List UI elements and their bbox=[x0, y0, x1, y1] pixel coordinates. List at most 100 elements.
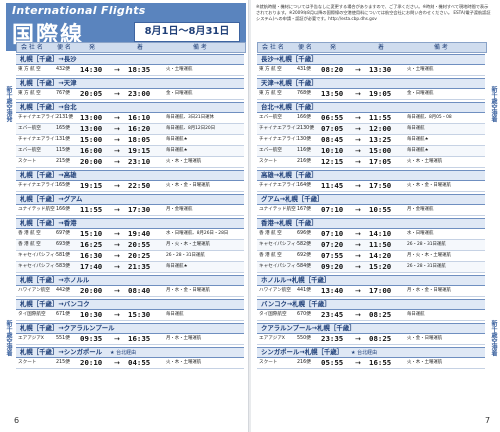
arrival-time: 17:30 bbox=[128, 205, 151, 214]
operation-remarks: 毎日運航★ bbox=[407, 137, 429, 142]
airline-name: 香 港 航 空 bbox=[259, 253, 282, 258]
flight-row: エバー航空 165便 13:00 → 16:20 毎日運航、8月12日20日 bbox=[16, 124, 244, 135]
flight-row: キャセイパシフィック航空584便 09:20 → 15:20 26・28・31日運航 bbox=[257, 262, 485, 273]
departure-time: 13:00 bbox=[80, 113, 103, 122]
route-header: ホノルル→札幌［千歳］ bbox=[257, 275, 485, 286]
arrow-icon: → bbox=[114, 230, 120, 238]
departure-time: 13:00 bbox=[80, 124, 103, 133]
flight-number: 767便 bbox=[56, 91, 70, 96]
airline-name: キャセイパシフィック航空 bbox=[259, 264, 297, 269]
flight-row: 香 港 航 空 693便 16:25 → 20:55 月・火・木・土曜運航 bbox=[16, 240, 244, 251]
flight-number: 432便 bbox=[56, 67, 70, 72]
operation-remarks: 毎日運航★ bbox=[166, 148, 188, 153]
operation-remarks: 月・水・土曜運航 bbox=[166, 336, 202, 341]
airline-name: エアアジアX bbox=[18, 336, 44, 341]
operation-remarks: 毎日運航 bbox=[407, 312, 425, 317]
arrow-icon: → bbox=[355, 311, 361, 319]
flight-number: 115便 bbox=[56, 148, 70, 153]
route-header: 札幌［千歳］→長沙 bbox=[16, 54, 244, 65]
airline-name: ハワイアン航空 bbox=[259, 288, 291, 293]
arrival-time: 16:35 bbox=[128, 334, 151, 343]
flight-row: ユナイテッド航空 166便 11:55 → 17:30 月・金曜運航 bbox=[16, 205, 244, 216]
departure-time: 20:00 bbox=[80, 286, 103, 295]
route-header: 香港→札幌［千歳］ bbox=[257, 218, 485, 229]
operation-remarks: 水・日曜運航 bbox=[407, 231, 434, 236]
col-dep-label: 発 bbox=[330, 44, 337, 51]
flight-number: 216便 bbox=[297, 360, 311, 365]
route-title: 天津→札幌［千歳］ bbox=[261, 79, 318, 87]
flight-number: 693便 bbox=[56, 242, 70, 247]
arrival-time: 19:05 bbox=[369, 89, 392, 98]
arrival-time: 11:50 bbox=[369, 240, 392, 249]
flight-number: 131便 bbox=[56, 137, 70, 142]
flight-number: 130便 bbox=[297, 137, 311, 142]
flight-number: 167便 bbox=[297, 207, 311, 212]
arrival-time: 11:55 bbox=[369, 113, 392, 122]
flight-number: 581便 bbox=[56, 253, 70, 258]
flight-row: エアアジアX 550便 23:35 → 08:25 火・金・日曜運航 bbox=[257, 334, 485, 345]
flight-number: 216便 bbox=[297, 159, 311, 164]
left-page: International Flights 国際線 8月1日～8月31日 会 社… bbox=[0, 0, 249, 432]
arrival-time: 13:30 bbox=[369, 65, 392, 74]
operation-remarks: 毎日運航 bbox=[166, 312, 184, 317]
route-section: シンガポール→札幌［千歳］ ★ 台北経由 スクート 216便 05:55 → 16:55 火・… bbox=[257, 347, 485, 369]
departure-time: 14:30 bbox=[80, 65, 103, 74]
flight-row: 香 港 航 空 697便 15:10 → 19:40 水・日曜運航、8月26日・28日 bbox=[16, 229, 244, 240]
operation-remarks: 毎日運航 bbox=[407, 126, 425, 131]
right-column-header: 会 社 名 便 名 発 着 備 考 bbox=[257, 42, 487, 53]
departure-time: 20:05 bbox=[80, 89, 103, 98]
operation-remarks: 金・日曜運航 bbox=[166, 91, 193, 96]
arrival-time: 08:25 bbox=[369, 310, 392, 319]
departure-time: 23:35 bbox=[321, 334, 344, 343]
flight-number: 166便 bbox=[297, 115, 311, 120]
airline-name: スクート bbox=[18, 159, 37, 164]
route-header: 札幌［千歳］→高雄 bbox=[16, 170, 244, 181]
airline-name: 香 港 航 空 bbox=[18, 242, 41, 247]
route-title: 長沙→札幌［千歳］ bbox=[261, 55, 318, 63]
route-section: 台北→札幌［千歳］ エバー航空 166便 06:55 → 11:55 毎日運航、8月05・0… bbox=[257, 102, 485, 168]
route-header: 天津→札幌［千歳］ bbox=[257, 78, 485, 89]
flight-row: エバー航空 115便 16:00 → 19:15 毎日運航★ bbox=[16, 146, 244, 157]
flight-row: スクート 215便 20:00 → 23:10 火・木・土曜運航 bbox=[16, 157, 244, 168]
route-section: 札幌［千歳］→バンコク タイ国際航空 671便 10:30 → 15:30 毎日運航 bbox=[16, 299, 244, 321]
arrival-time: 22:50 bbox=[128, 181, 151, 190]
flight-number: 671便 bbox=[56, 312, 70, 317]
right-side-labels: 新千歳空港着 新千歳空港着 bbox=[489, 80, 497, 400]
route-title: グアム→札幌［千歳］ bbox=[261, 195, 324, 203]
flight-row: チャイナエアライン 165便 19:15 → 22:50 火・木・金・日曜運航 bbox=[16, 181, 244, 192]
airline-name: ユナイテッド航空 bbox=[259, 207, 296, 212]
arrow-icon: → bbox=[355, 158, 361, 166]
flight-row: スクート 216便 12:15 → 17:05 火・木・土曜運航 bbox=[257, 157, 485, 168]
route-header: 台北→札幌［千歳］ bbox=[257, 102, 485, 113]
airline-name: エバー航空 bbox=[18, 126, 41, 131]
airline-name: 東 方 航 空 bbox=[259, 67, 282, 72]
departure-time: 20:10 bbox=[80, 358, 103, 367]
flight-row: 東 方 航 空 768便 13:50 → 19:05 金・日曜運航 bbox=[257, 89, 485, 100]
arrow-icon: → bbox=[114, 125, 120, 133]
flight-number: 165便 bbox=[56, 183, 70, 188]
operation-remarks: 火・木・土曜運航 bbox=[166, 159, 202, 164]
route-section: 札幌［千歳］→長沙東 方 航 空 432便 14:30 → 18:35 火・土曜運航 bbox=[16, 54, 244, 76]
route-title: 札幌［千歳］→天津 bbox=[20, 79, 77, 87]
operation-remarks: 26・28・31日運航 bbox=[407, 264, 446, 269]
flight-row: キャセイパシフィック航空581便 16:30 → 20:25 26・28・31日運航 bbox=[16, 251, 244, 262]
operation-remarks: 月・火・木・土曜運航 bbox=[166, 242, 210, 247]
airline-name: スクート bbox=[259, 360, 278, 365]
flight-number: 670便 bbox=[297, 312, 311, 317]
arrival-time: 15:20 bbox=[369, 262, 392, 271]
arrow-icon: → bbox=[114, 252, 120, 260]
departure-time: 10:10 bbox=[321, 146, 344, 155]
flight-row: タイ国際航空 670便 23:45 → 08:25 毎日運航 bbox=[257, 310, 485, 321]
arrival-time: 17:50 bbox=[369, 181, 392, 190]
airline-name: ハワイアン航空 bbox=[18, 288, 50, 293]
right-page: ※就航時間・機材については予告なしに変更する場合がありますので、ご了承ください。… bbox=[251, 0, 500, 432]
route-header: 札幌［千歳］→ホノルル bbox=[16, 275, 244, 286]
route-section: 札幌［千歳］→クアラルンプール エアアジアX 551便 09:35 → 16:35 月・水・… bbox=[16, 323, 244, 345]
date-range-box: 8月1日～8月31日 bbox=[134, 22, 240, 42]
arrow-icon: → bbox=[355, 263, 361, 271]
route-title: 高雄→札幌［千歳］ bbox=[261, 171, 318, 179]
route-section: グアム→札幌［千歳］ ユナイテッド航空 167便 07:10 → 10:55 月・金曜運航 bbox=[257, 194, 485, 216]
operation-remarks: 火・金・日曜運航 bbox=[407, 336, 443, 341]
flight-row: ハワイアン航空 441便 13:40 → 17:00 月・水・金・日曜運航 bbox=[257, 286, 485, 297]
flight-row: タイ国際航空 671便 10:30 → 15:30 毎日運航 bbox=[16, 310, 244, 321]
